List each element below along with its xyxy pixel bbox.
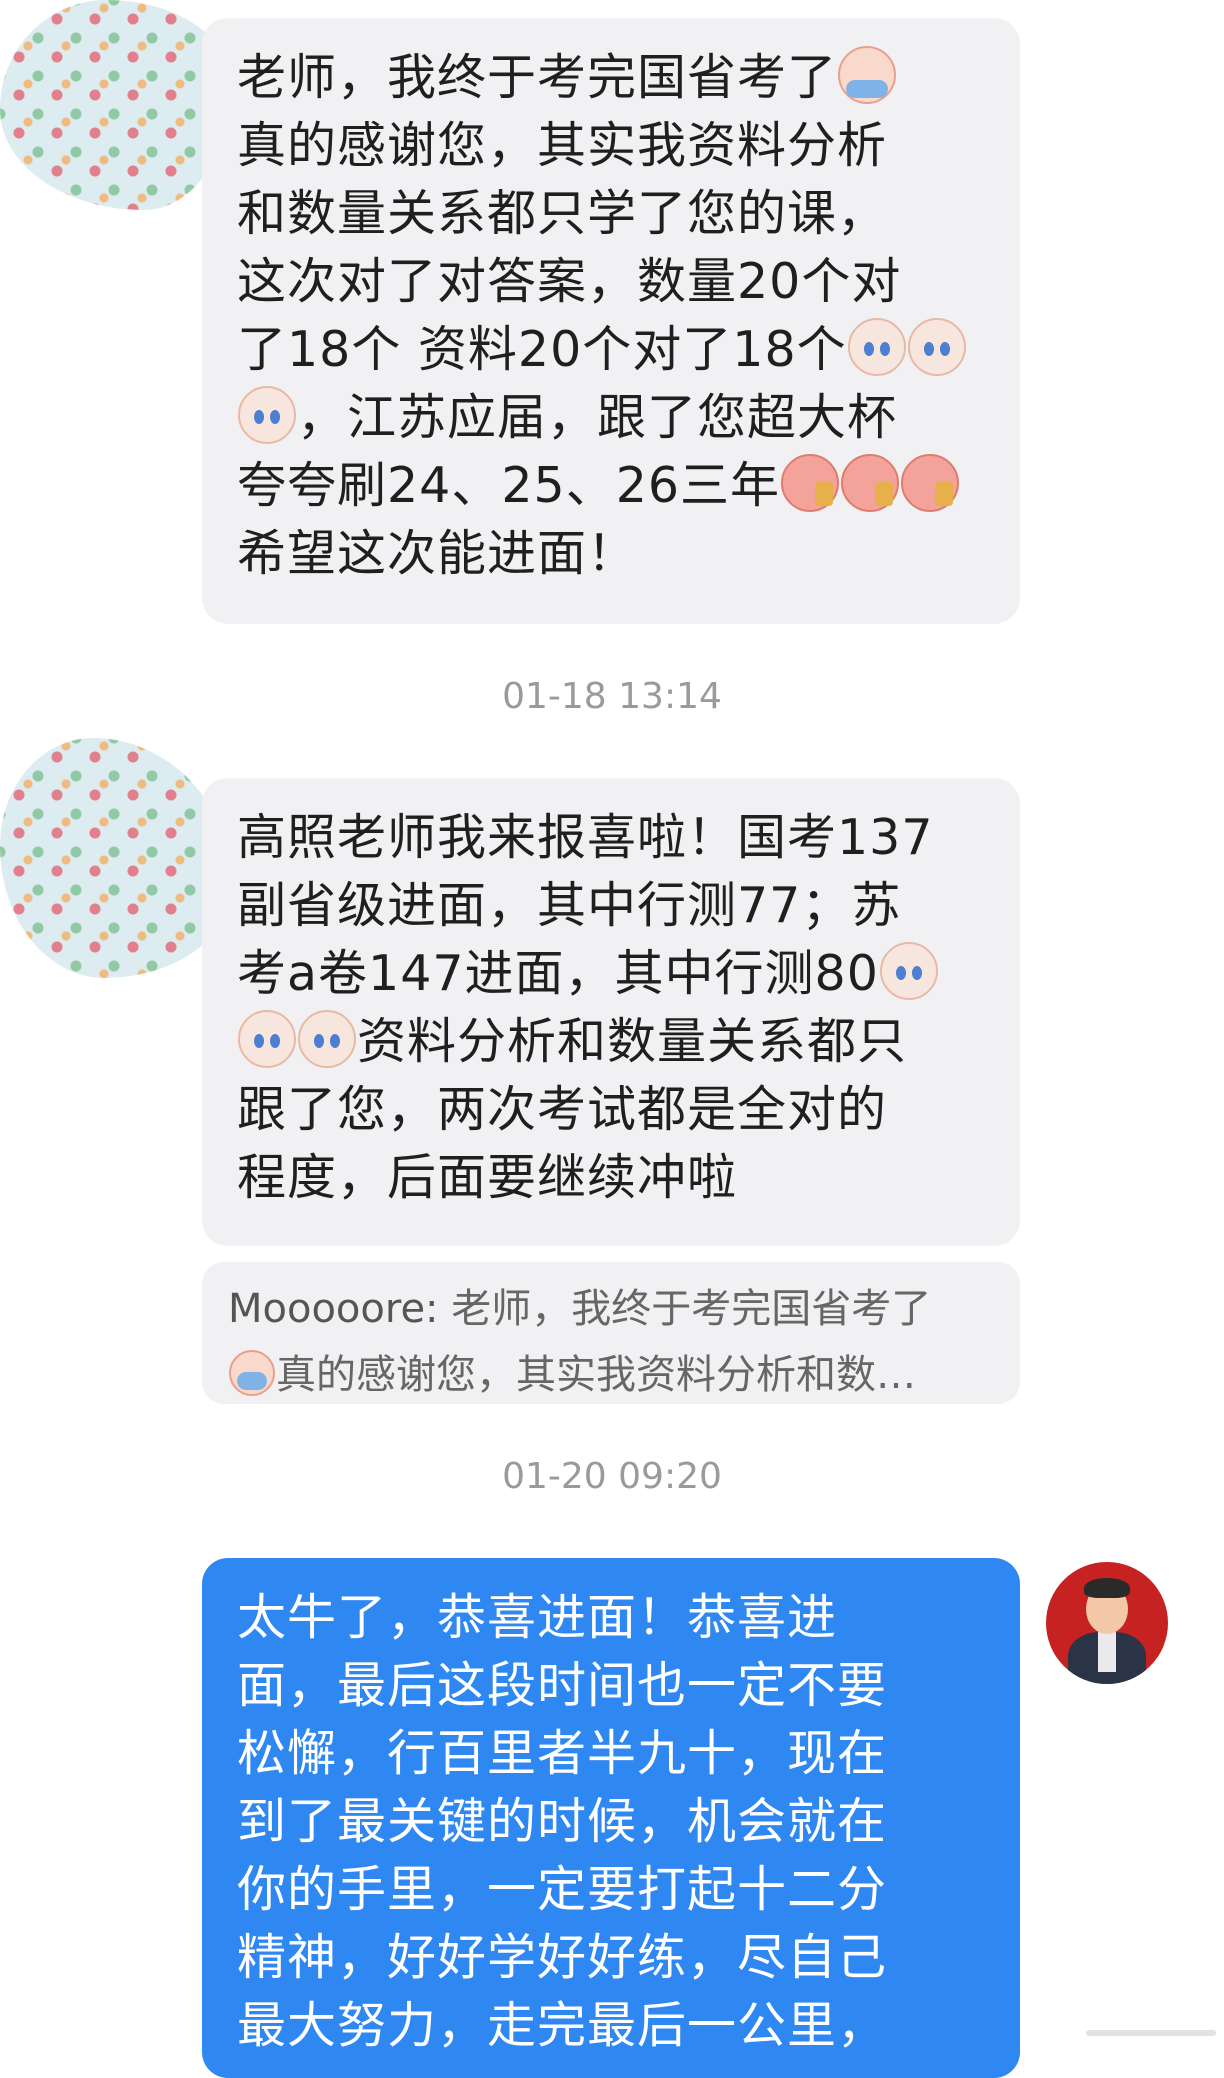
message-bubble-1[interactable]: 老师，我终于考完国省考了 真的感谢您，其实我资料分析 和数量关系都只学了您的课，… (202, 18, 1020, 624)
reply-text: 太牛了，恭喜进面！恭喜进 面，最后这段时间也一定不要 松懈，行百里者半九十，现在… (237, 1589, 888, 2054)
scroll-indicator[interactable] (1086, 2030, 1216, 2036)
crying-face-icon (229, 1350, 275, 1396)
message-text: 真的感谢您，其实我资料分析 和数量关系都只学了您的课， 这次对了对答案，数量20… (237, 117, 902, 378)
message-text: 高照老师我来报喜啦！国考137 副省级进面，其中行测77；苏 考a卷147进面，… (237, 809, 934, 1002)
quote-text: 老师，我终于考完国省考了 (451, 1286, 932, 1332)
quote-author: Mooooore: (228, 1286, 452, 1332)
crying-cat-icon (907, 318, 966, 376)
teacher-avatar[interactable] (1046, 1562, 1168, 1684)
sender-avatar[interactable] (0, 738, 232, 978)
crying-cat-icon (238, 1010, 296, 1068)
crying-cat-icon (879, 942, 938, 1000)
milk-tea-face-icon (841, 454, 900, 512)
message-text: 希望这次能进面！ (237, 525, 638, 582)
crying-cat-icon (238, 386, 296, 444)
message-bubble-2[interactable]: 高照老师我来报喜啦！国考137 副省级进面，其中行测77；苏 考a卷147进面，… (202, 778, 1020, 1246)
timestamp: 01-20 09:20 (502, 1456, 722, 1497)
message-text: 老师，我终于考完国省考了 (237, 49, 838, 106)
sender-avatar[interactable] (0, 0, 232, 210)
crying-cat-icon (298, 1010, 356, 1068)
crying-face-icon (838, 46, 897, 104)
avatar-shirt (1098, 1632, 1116, 1672)
quoted-message[interactable]: Mooooore: 老师，我终于考完国省考了 真的感谢您，其实我资料分析和数… (202, 1262, 1020, 1404)
quote-text: 真的感谢您，其实我资料分析和数… (276, 1352, 916, 1398)
crying-cat-icon (847, 318, 906, 376)
timestamp: 01-18 13:14 (502, 676, 722, 717)
reply-bubble[interactable]: 太牛了，恭喜进面！恭喜进 面，最后这段时间也一定不要 松懈，行百里者半九十，现在… (202, 1558, 1020, 2078)
milk-tea-face-icon (781, 454, 840, 512)
milk-tea-face-icon (901, 454, 960, 512)
avatar-hair (1084, 1578, 1130, 1598)
